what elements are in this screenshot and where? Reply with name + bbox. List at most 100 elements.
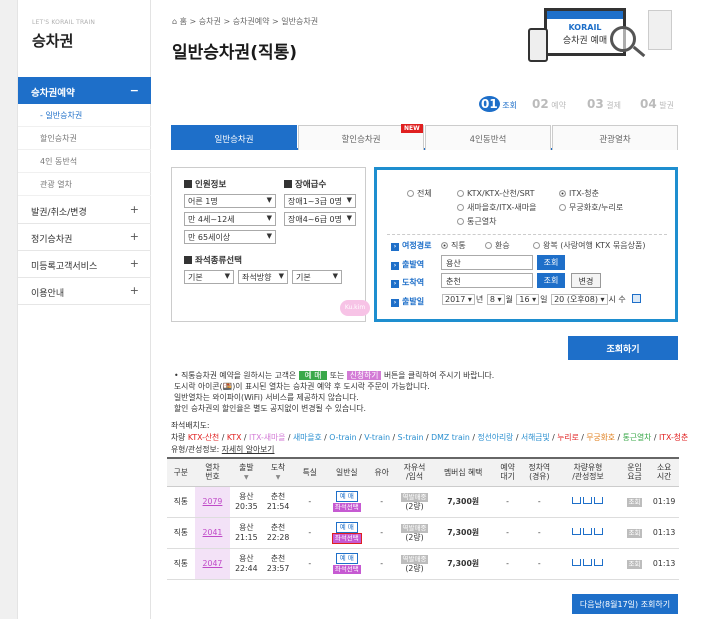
cell-departure: 용산 22:44	[230, 548, 263, 580]
sidebar-item-guest[interactable]: 미등록고객서비스 +	[18, 251, 151, 278]
car-type-link[interactable]: 무궁화호	[586, 433, 615, 442]
tab-tour[interactable]: 관광열차	[552, 125, 678, 150]
book-button[interactable]: 예 매	[335, 491, 358, 502]
disabled-4-6-select[interactable]: 장애4~6급 0명 ▼	[284, 212, 356, 226]
expand-icon[interactable]: +	[130, 257, 139, 270]
sidebar-item-guide[interactable]: 이용안내 +	[18, 278, 151, 305]
date-selectors: 2017 ▾ 년 8 ▾ 월 16 ▾ 일 20 (오후08) ▾ 시 수	[441, 294, 642, 305]
seat-select-button[interactable]: 좌석선택	[332, 565, 361, 574]
bike-icon[interactable]	[594, 496, 604, 504]
calendar-icon[interactable]	[632, 294, 642, 303]
seat-map-icon[interactable]	[572, 496, 582, 504]
expand-icon[interactable]: +	[130, 230, 139, 243]
expand-icon[interactable]: +	[130, 203, 139, 216]
car-type-link[interactable]: ITX-새마을	[249, 433, 285, 442]
seat-position-select[interactable]: 기본 ▼	[292, 270, 342, 284]
tab-general[interactable]: 일반승차권	[171, 125, 297, 150]
fare-query-button[interactable]: 조회	[626, 559, 643, 569]
col-first: 특실	[293, 457, 326, 487]
expand-icon[interactable]: +	[130, 284, 139, 297]
arrival-query-button[interactable]: 조회	[537, 273, 565, 288]
info-icon[interactable]	[583, 527, 593, 535]
info-icon[interactable]	[583, 496, 593, 504]
bike-icon[interactable]	[594, 527, 604, 535]
swap-station-button[interactable]: 변경	[571, 273, 601, 288]
sidebar-sub-group[interactable]: 4인 동반석	[18, 150, 151, 173]
sidebar-sub-discount[interactable]: 할인승차권	[18, 127, 151, 150]
table-row: 직통 2079 용산 20:35 춘천 21:54- 예 매 좌석선택 - 역발매중 (2량) 7,3…	[167, 486, 679, 518]
car-type-link[interactable]: 새마을호	[293, 433, 322, 442]
type-info-link[interactable]: 자세히 알아보기	[222, 445, 275, 454]
home-icon[interactable]: ⌂	[172, 17, 177, 26]
train-no-link[interactable]: 2079	[203, 497, 223, 506]
bike-icon[interactable]	[594, 558, 604, 566]
car-type-link[interactable]: V-train	[364, 433, 390, 442]
col-duration: 소요 시간	[649, 457, 679, 487]
radio-ktx[interactable]: KTX/KTX-산천/SRT	[457, 188, 535, 199]
radio-commuter[interactable]: 통근열차	[457, 216, 496, 227]
train-no-link[interactable]: 2047	[203, 559, 223, 568]
seat-map-icon[interactable]	[572, 558, 582, 566]
month-select[interactable]: 8 ▾	[486, 294, 505, 305]
car-type-link[interactable]: 누리로	[557, 433, 579, 442]
notice-item: • 직통승차권 예약을 원하시는 고객은 예 매 또는 신청하기 버튼을 클릭하…	[174, 371, 495, 380]
sidebar-sub-tour[interactable]: 관광 열차	[18, 173, 151, 196]
next-day-button[interactable]: 다음날(8월17일) 조회하기	[572, 594, 678, 614]
radio-saemaeul[interactable]: 새마을호/ITX-새마을	[457, 202, 536, 213]
train-no-link[interactable]: 2041	[203, 528, 223, 537]
dropdown-icon: ▼	[266, 214, 272, 222]
car-type-link[interactable]: KTX-산천	[188, 433, 219, 442]
radio-direct[interactable]: 직통	[441, 240, 466, 251]
car-type-link[interactable]: 서해금빛	[521, 433, 550, 442]
cell-kind: 직통	[167, 548, 195, 580]
departure-query-button[interactable]: 조회	[537, 255, 565, 270]
station-sale-badge: 역발매중	[400, 523, 429, 533]
sidebar-sub-general[interactable]: - 일반승차권	[18, 104, 151, 127]
radio-transfer[interactable]: 환승	[485, 240, 510, 251]
cell-free-seat: 역발매중 (2량)	[395, 548, 434, 580]
fare-query-button[interactable]: 조회	[626, 528, 643, 538]
day-select[interactable]: 16 ▾	[516, 294, 540, 305]
cell-free-seat: 역발매중 (2량)	[395, 517, 434, 549]
book-button[interactable]: 예 매	[335, 522, 358, 533]
collapse-icon[interactable]: −	[130, 84, 139, 97]
radio-all[interactable]: 전체	[407, 188, 432, 199]
page-title: 일반승차권(직통)	[172, 43, 298, 63]
child-select[interactable]: 만 4세~12세 ▼	[184, 212, 276, 226]
car-type-link[interactable]: S-train	[398, 433, 424, 442]
sidebar-item-ticketing[interactable]: 발권/취소/변경 +	[18, 197, 151, 224]
adult-select[interactable]: 어른 1명 ▼	[184, 194, 276, 208]
cell-car-type	[556, 517, 620, 549]
disabled-1-3-select[interactable]: 장애1~3급 0명 ▼	[284, 194, 356, 208]
seat-select-button[interactable]: 좌석선택	[332, 503, 361, 512]
book-button[interactable]: 예 매	[335, 553, 358, 564]
senior-select[interactable]: 만 65세이상 ▼	[184, 230, 276, 244]
radio-roundtrip[interactable]: 왕복 (사랑여행 KTX 묶음상품)	[533, 240, 645, 251]
cell-train-no: 2079	[194, 486, 231, 518]
car-type-link[interactable]: 통근열차	[623, 433, 652, 442]
cell-arrival: 춘천 21:54	[262, 486, 294, 518]
seat-map-icon[interactable]	[572, 527, 582, 535]
arrival-input[interactable]: 춘천	[441, 273, 533, 288]
car-type-link[interactable]: ITX-청춘	[659, 433, 688, 442]
radio-itx-chungchun[interactable]: ITX-청춘	[559, 188, 599, 199]
car-type-link[interactable]: KTX	[227, 433, 242, 442]
time-select[interactable]: 20 (오후08) ▾	[551, 294, 608, 305]
results-table: 구분 열차 번호 출발 ▼ 도착 ▼ 특실 일반실 유아 자유석 /입석 멤버십 혜…	[167, 457, 679, 580]
info-icon[interactable]	[583, 558, 593, 566]
car-type-link[interactable]: 정선아리랑	[477, 433, 513, 442]
car-type-link[interactable]: O-train	[329, 433, 356, 442]
seat-type-select[interactable]: 기본 ▼	[184, 270, 234, 284]
departure-input[interactable]: 용산	[441, 255, 533, 270]
car-type-link[interactable]: DMZ train	[431, 433, 470, 442]
radio-mugunghwa[interactable]: 무궁화호/누리로	[559, 202, 623, 213]
sidebar-item-reservation[interactable]: 승차권예약 −	[18, 77, 151, 104]
year-select[interactable]: 2017 ▾	[442, 294, 475, 305]
seat-select-button[interactable]: 좌석선택	[331, 533, 362, 544]
tab-group[interactable]: 4인동반석	[425, 125, 551, 150]
seat-direction-select[interactable]: 좌석방향 ▼	[238, 270, 288, 284]
search-button[interactable]: 조회하기	[568, 336, 678, 360]
sidebar-item-season[interactable]: 정기승차권 +	[18, 224, 151, 251]
fare-query-button[interactable]: 조회	[626, 497, 643, 507]
ticket-tabs: 일반승차권 할인승차권 4인동반석 관광열차	[171, 125, 678, 150]
